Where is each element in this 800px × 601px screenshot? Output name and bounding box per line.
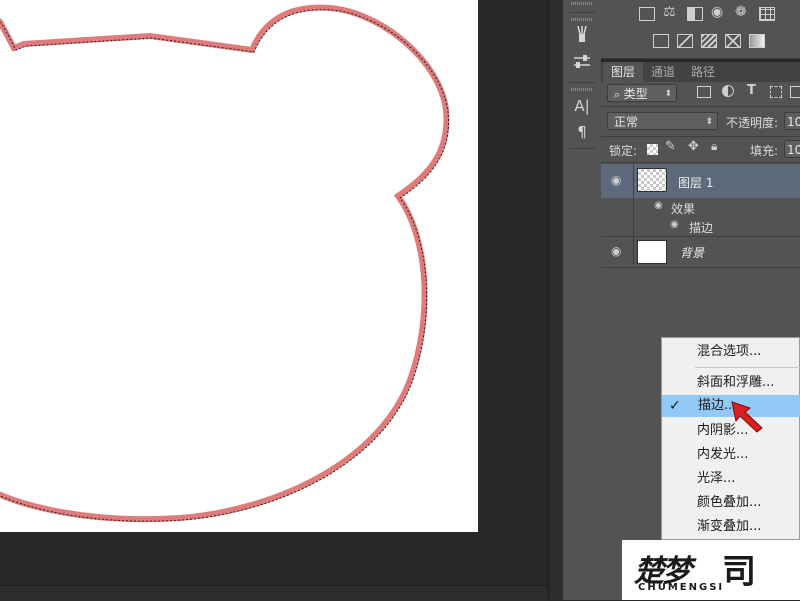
divider — [601, 267, 800, 268]
visibility-eye-icon[interactable]: ◉ — [611, 173, 621, 187]
lock-brush-icon[interactable]: ✎ — [665, 139, 676, 154]
menu-item-gradient-overlay[interactable]: 渐变叠加... — [661, 516, 800, 538]
background-thumbnail — [637, 240, 667, 264]
lock-transparency-icon[interactable] — [647, 144, 658, 155]
balance-icon[interactable]: ⚖ — [663, 4, 676, 20]
color-lookup-icon[interactable] — [759, 7, 775, 21]
layer-thumbnail — [637, 168, 667, 192]
menu-item-satin[interactable]: 光泽... — [661, 468, 800, 490]
checkmark-icon: ✓ — [669, 398, 681, 414]
tab-channels[interactable]: 通道 — [643, 62, 683, 82]
filter-select-value: 类型 — [623, 87, 648, 101]
chevron-updown-icon: ⬍ — [705, 117, 713, 127]
layer-filter-select[interactable]: ⌕ 类型 ⬍ — [607, 84, 677, 102]
tab-layers[interactable]: 图层 — [603, 62, 643, 82]
menu-item-inner-glow[interactable]: 内发光... — [661, 444, 800, 466]
vertical-scrollbar[interactable] — [548, 0, 563, 600]
panel-grip[interactable] — [571, 88, 593, 91]
gradient-map-icon[interactable] — [749, 34, 765, 48]
divider — [569, 12, 595, 13]
pixel-filter-icon[interactable] — [697, 86, 711, 98]
menu-divider — [695, 367, 800, 368]
adjustment-filter-icon[interactable] — [722, 85, 734, 97]
search-icon: ⌕ — [614, 88, 624, 101]
divider — [569, 148, 595, 149]
panel-grip[interactable] — [571, 2, 593, 5]
background-layer-name[interactable]: 背景 — [680, 244, 704, 261]
panel-grip[interactable] — [571, 18, 593, 21]
posterize-icon[interactable] — [677, 34, 693, 48]
lock-move-icon[interactable]: ✥ — [688, 139, 699, 154]
paragraph-icon[interactable]: ¶ — [569, 120, 595, 144]
black-white-icon[interactable] — [687, 7, 703, 21]
effects-label: 效果 — [671, 202, 696, 216]
adjustments-panel: ⚖ ◉ ❁ — [601, 0, 800, 59]
shape-filter-icon[interactable] — [770, 86, 782, 98]
levels-icon[interactable] — [639, 7, 655, 21]
effects-eye-icon[interactable]: ◉ — [654, 200, 663, 211]
watermark: 楚梦 司 CHUMENGSI — [622, 540, 800, 600]
watermark-sub-text: CHUMENGSI — [638, 582, 725, 593]
fill-value: 100 — [787, 143, 800, 157]
stroke-eye-icon[interactable]: ◉ — [670, 219, 679, 230]
menu-item-color-overlay[interactable]: 颜色叠加... — [661, 492, 800, 514]
stroke-effect-label: 描边 — [689, 221, 714, 235]
type-panel-icon[interactable]: A| — [569, 94, 595, 118]
document-canvas[interactable] — [0, 0, 478, 532]
opacity-value: 100 — [787, 115, 800, 129]
opacity-label: 不透明度: — [726, 116, 779, 130]
chevron-updown-icon: ⬍ — [664, 89, 672, 99]
text-filter-icon[interactable]: T — [747, 83, 756, 98]
sliders-icon[interactable] — [569, 52, 595, 76]
visibility-eye-icon[interactable]: ◉ — [611, 244, 621, 258]
effects-row[interactable] — [601, 198, 800, 216]
invert-icon[interactable] — [653, 34, 669, 48]
red-arrow-annotation — [731, 401, 763, 433]
layers-panel-tabs: 图层 通道 路径 — [601, 62, 800, 82]
blend-mode-value: 正常 — [614, 115, 639, 129]
smart-object-filter-icon[interactable] — [790, 86, 800, 98]
camera-icon[interactable]: ◉ — [711, 4, 723, 20]
layer-name[interactable]: 图层 1 — [678, 174, 713, 191]
watermark-seal-icon: 司 — [722, 552, 756, 592]
channel-mixer-icon[interactable]: ❁ — [735, 4, 747, 20]
threshold-icon[interactable] — [701, 34, 717, 48]
panel-tool-strip: A| ¶ — [562, 0, 602, 600]
selective-color-icon[interactable] — [725, 34, 741, 48]
divider — [601, 136, 800, 137]
horizontal-scrollbar[interactable] — [0, 585, 548, 601]
lock-all-icon[interactable]: 🔒︎ — [711, 139, 717, 154]
menu-item-blending-options[interactable]: 混合选项... — [661, 341, 800, 363]
adjust-brush-icon[interactable] — [569, 24, 595, 48]
fill-input[interactable]: 100 — [784, 140, 800, 158]
fill-label: 填充: — [750, 144, 779, 158]
tab-paths[interactable]: 路径 — [683, 62, 723, 82]
bear-stroke-shape — [0, 4, 450, 523]
opacity-input[interactable]: 100 — [784, 112, 800, 130]
divider — [601, 106, 800, 107]
divider — [569, 82, 595, 83]
menu-item-bevel-emboss[interactable]: 斜面和浮雕... — [661, 372, 800, 394]
lock-label: 锁定: — [609, 144, 638, 158]
blend-mode-select[interactable]: 正常 ⬍ — [607, 112, 718, 130]
